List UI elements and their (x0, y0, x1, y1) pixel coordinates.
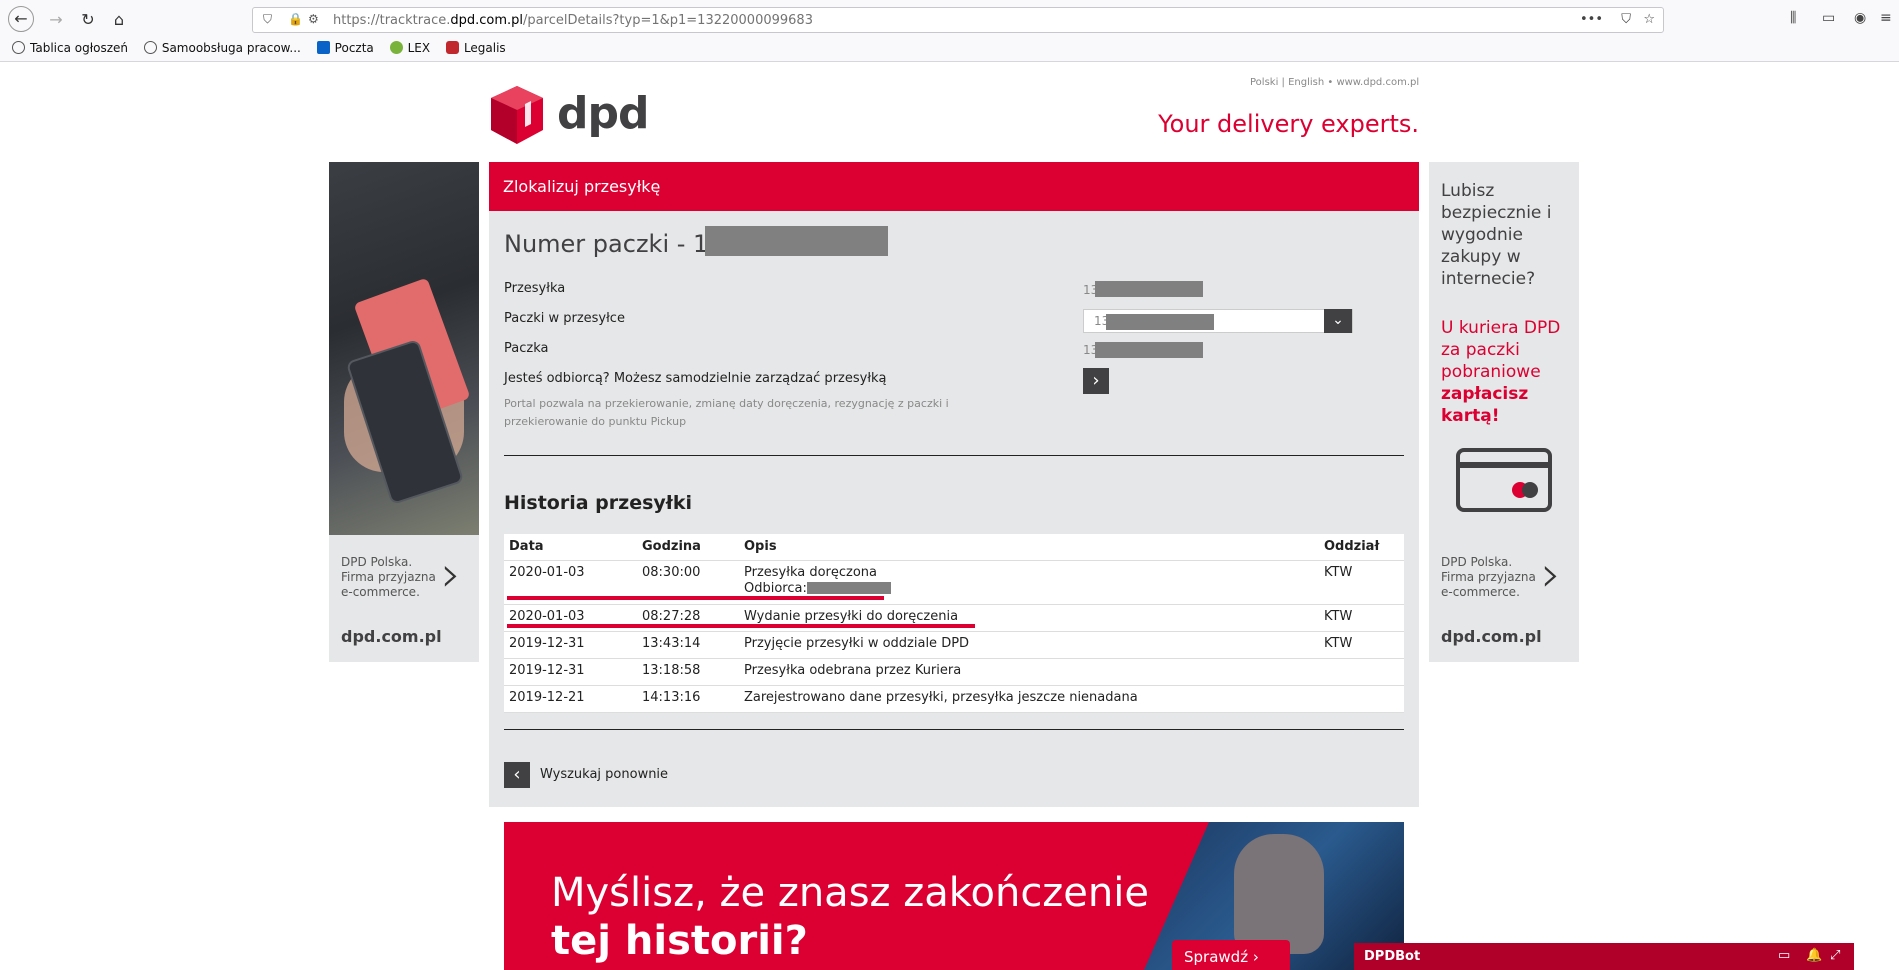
globe-icon (143, 41, 157, 54)
card-dot-dark (1522, 482, 1538, 498)
header-branch: Oddział (1319, 534, 1404, 561)
cell-date: 2019-12-31 (504, 658, 637, 686)
legalis-icon (445, 41, 459, 54)
account-icon[interactable]: ◉ (1854, 10, 1866, 26)
card-payment-photo (329, 162, 479, 535)
panel-heading: Zlokalizuj przesyłkę (489, 162, 1419, 211)
logo-text: dpd (557, 88, 649, 139)
dpdbot-chat-bar[interactable]: DPDBot ▭ 🔔 ⤢ (1354, 943, 1854, 970)
cell-time: 13:43:14 (637, 631, 739, 659)
right-ad-banner[interactable]: Lubisz bezpiecznie i wygodnie zakupy w i… (1429, 162, 1579, 662)
lock-icon[interactable]: 🔒 (288, 12, 303, 26)
highlight-underline (507, 596, 884, 600)
left-banner-site[interactable]: dpd.com.pl (341, 627, 442, 646)
address-bar[interactable]: ⛉ 🔒 ⚙ https://tracktrace.dpd.com.pl/parc… (252, 7, 1664, 33)
cell-desc: Zarejestrowano dane przesyłki, przesyłka… (739, 685, 1319, 713)
cell-date: 2019-12-21 (504, 685, 637, 713)
header-desc: Opis (739, 534, 1319, 561)
right-banner-note: DPD Polska. Firma przyjazna e-commerce. (1441, 555, 1536, 599)
forward-button[interactable]: → (42, 8, 70, 32)
bell-icon[interactable]: 🔔 (1806, 948, 1822, 963)
table-header-row: Data Godzina Opis Oddział (504, 534, 1404, 561)
redacted-block (1095, 281, 1203, 297)
cell-branch: KTW (1319, 631, 1404, 659)
permissions-icon[interactable]: ⚙ (308, 12, 319, 26)
header-time: Godzina (637, 534, 739, 561)
package-label: Paczka (504, 341, 549, 356)
bookmark-lex[interactable]: LEX (389, 41, 430, 55)
shipment-label: Przesyłka (504, 281, 566, 296)
left-ad-banner[interactable]: DPD Polska. Firma przyjazna e-commerce. … (329, 162, 479, 662)
sidebar-icon[interactable]: ▭ (1822, 10, 1835, 26)
library-icon[interactable]: ⫼ (1790, 10, 1796, 26)
browser-toolbar: ← → ↻ ⌂ ⛉ 🔒 ⚙ https://tracktrace.dpd.com… (0, 0, 1899, 62)
bookmarks-bar: Tablica ogłoszeń Samoobsługa pracow... P… (12, 41, 518, 59)
left-banner-note: DPD Polska. Firma przyjazna e-commerce. (341, 555, 436, 599)
search-again-label[interactable]: Wyszukaj ponownie (540, 767, 668, 782)
portal-note: Portal pozwala na przekierowanie, zmianę… (504, 397, 949, 428)
cell-date: 2019-12-31 (504, 631, 637, 659)
home-button[interactable]: ⌂ (105, 8, 133, 32)
cell-time: 14:13:16 (637, 685, 739, 713)
cell-time: 13:18:58 (637, 658, 739, 686)
table-row: 2019-12-21 14:13:16 Zarejestrowano dane … (504, 685, 1404, 713)
manage-label: Jesteś odbiorcą? Możesz samodzielnie zar… (504, 371, 887, 386)
redacted-block (705, 226, 888, 256)
card-icon (1456, 448, 1552, 512)
right-banner-answer: U kuriera DPD za paczki pobraniowe zapła… (1441, 318, 1561, 426)
cell-desc: Przesyłka odebrana przez Kuriera (739, 658, 1319, 686)
cell-branch (1319, 658, 1404, 686)
menu-icon[interactable]: ≡ (1880, 10, 1892, 26)
dpdbot-title[interactable]: DPDBot (1364, 949, 1420, 964)
cell-branch: KTW (1319, 560, 1404, 605)
character-illustration (1234, 834, 1324, 954)
cell-branch (1319, 685, 1404, 713)
right-banner-site[interactable]: dpd.com.pl (1441, 627, 1542, 646)
bookmark-legalis[interactable]: Legalis (445, 41, 506, 55)
bookmark-star-icon[interactable]: ☆ (1643, 12, 1655, 27)
slogan: Your delivery experts. (1158, 110, 1419, 138)
outlook-icon (316, 41, 330, 54)
promo-check-button[interactable]: Sprawdź › (1172, 940, 1290, 970)
cell-branch: KTW (1319, 604, 1404, 632)
promo-headline: Myślisz, że znasz zakończenie (551, 870, 1149, 916)
minimize-icon[interactable]: ▭ (1778, 948, 1790, 963)
header-date: Data (504, 534, 637, 561)
table-row: 2019-12-31 13:18:58 Przesyłka odebrana p… (504, 658, 1404, 686)
chevron-right-icon[interactable]: › (1541, 545, 1561, 603)
promo-headline-bold: tej historii? (551, 918, 808, 964)
redacted-block (806, 581, 891, 594)
globe-icon (12, 41, 25, 54)
chevron-right-icon[interactable]: › (441, 545, 461, 603)
manage-parcel-button[interactable]: › (1083, 368, 1109, 394)
history-title: Historia przesyłki (504, 492, 692, 514)
bookmark-samoobsluga[interactable]: Samoobsługa pracow... (143, 41, 301, 55)
right-banner-question: Lubisz bezpiecznie i wygodnie zakupy w i… (1441, 181, 1552, 289)
chevron-down-icon[interactable]: ⌄ (1324, 309, 1352, 333)
cell-desc: Przyjęcie przesyłki w oddziale DPD (739, 631, 1319, 659)
highlight-underline (507, 624, 975, 628)
packages-label: Paczki w przesyłce (504, 311, 625, 326)
divider (504, 729, 1404, 730)
bookmark-poczta[interactable]: Poczta (316, 41, 374, 55)
table-row: 2019-12-31 13:43:14 Przyjęcie przesyłki … (504, 631, 1404, 659)
expand-icon[interactable]: ⤢ (1830, 948, 1840, 963)
language-links[interactable]: Polski | English • www.dpd.com.pl (1250, 77, 1419, 88)
promo-banner[interactable]: Myślisz, że znasz zakończenie tej histor… (504, 822, 1404, 970)
lex-icon (389, 41, 403, 54)
page-actions-icon[interactable]: ••• (1580, 12, 1603, 27)
bookmark-tablica[interactable]: Tablica ogłoszeń (12, 41, 128, 55)
tracking-panel: Zlokalizuj przesyłkę Numer paczki - 13 P… (489, 162, 1419, 807)
chevron-left-icon[interactable]: ‹ (504, 762, 530, 788)
divider (504, 455, 1404, 456)
url-text[interactable]: https://tracktrace.dpd.com.pl/parcelDeta… (333, 13, 813, 28)
packages-select[interactable]: 13 ⌄ (1083, 309, 1353, 333)
redacted-block (1106, 314, 1214, 330)
parcel-number-title: Numer paczki - 13 (504, 230, 724, 258)
pocket-icon[interactable]: ⛉ (1621, 12, 1631, 27)
reload-button[interactable]: ↻ (74, 8, 102, 32)
back-button[interactable]: ← (8, 6, 34, 32)
shield-icon[interactable]: ⛉ (263, 12, 272, 27)
redacted-block (1095, 342, 1203, 358)
